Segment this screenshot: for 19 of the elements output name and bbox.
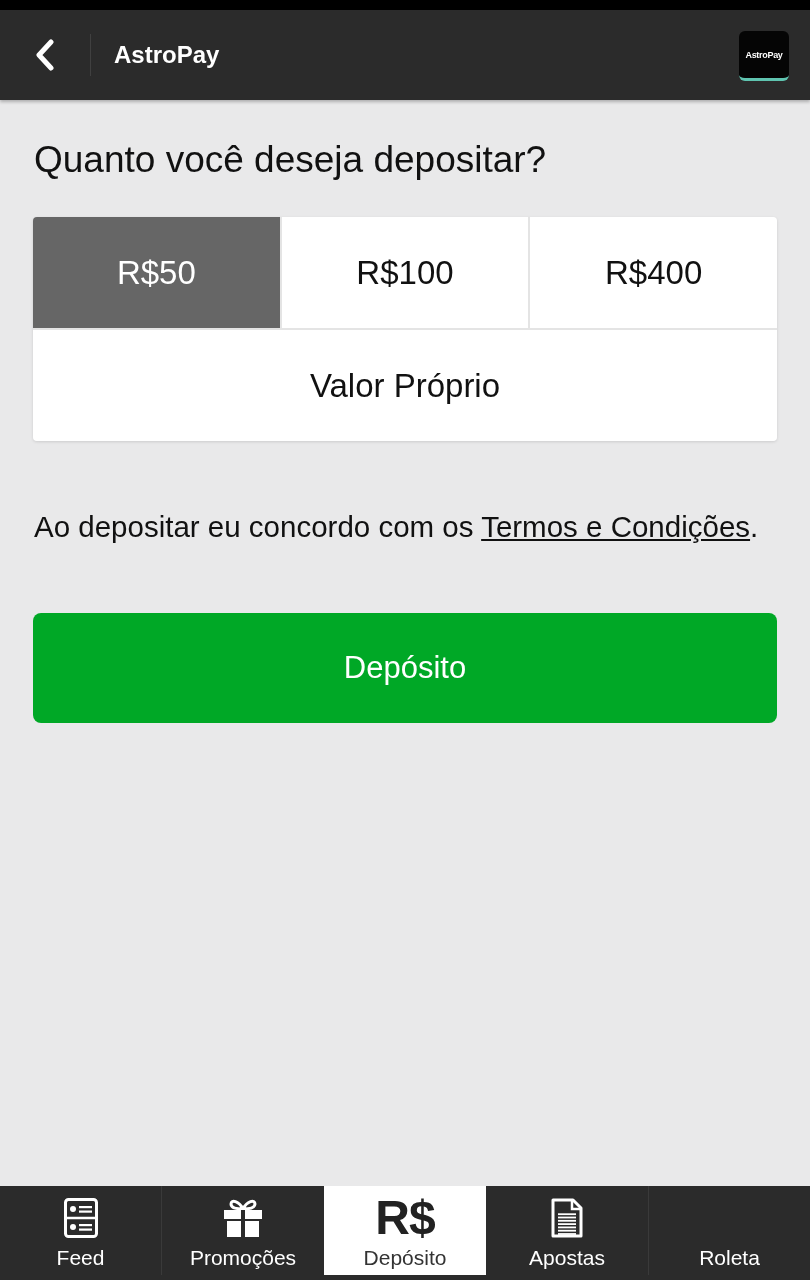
document-icon bbox=[551, 1198, 583, 1238]
nav-tab[interactable]: Promoções bbox=[162, 1186, 324, 1275]
nav-tab[interactable]: Roleta bbox=[648, 1186, 810, 1275]
amount-option[interactable]: R$400 bbox=[530, 217, 777, 328]
page-title: AstroPay bbox=[114, 41, 220, 69]
nav-tab[interactable]: R$ Depósito bbox=[324, 1186, 486, 1275]
list-card-icon bbox=[63, 1198, 98, 1238]
gift-icon bbox=[223, 1199, 263, 1237]
nav-tab[interactable]: Feed bbox=[0, 1186, 162, 1275]
amount-option[interactable]: R$50 bbox=[33, 217, 280, 328]
terms-link[interactable]: Termos e Condições bbox=[481, 510, 751, 543]
terms-sentence: Ao depositar eu concordo com os Termos e Condições. bbox=[34, 509, 760, 545]
back-chevron-icon bbox=[35, 39, 55, 71]
nav-tab[interactable]: Apostas bbox=[486, 1186, 648, 1275]
amount-option[interactable]: R$100 bbox=[281, 217, 529, 328]
deposit-question: Quanto você deseja depositar? bbox=[34, 138, 548, 182]
custom-amount-option[interactable]: Valor Próprio bbox=[33, 330, 777, 441]
app-logo: AstroPay bbox=[739, 31, 789, 81]
currency-icon: R$ bbox=[375, 1196, 435, 1240]
